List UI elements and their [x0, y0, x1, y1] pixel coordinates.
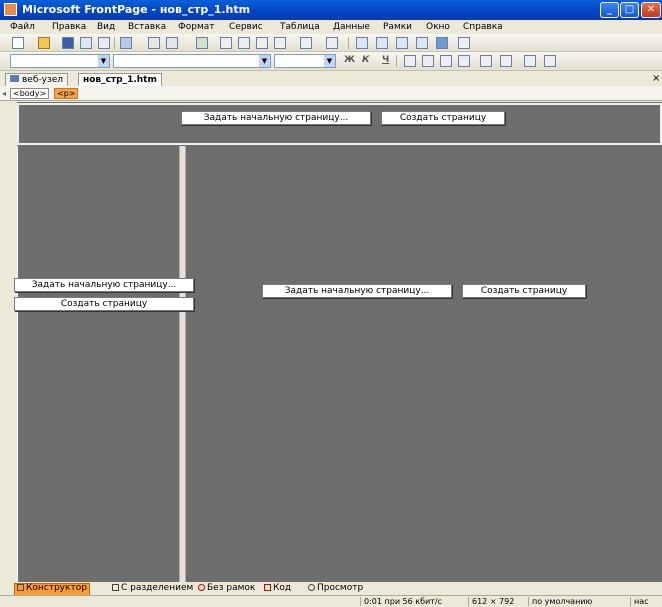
align-left-icon[interactable] — [404, 55, 416, 67]
chevron-down-icon: ▼ — [324, 55, 335, 67]
menu-data[interactable]: Данные — [333, 22, 370, 32]
menu-bar: Файл Правка Вид Вставка Формат Сервис Та… — [0, 20, 662, 34]
close-tab-icon[interactable]: × — [652, 73, 660, 84]
no-frames-icon — [198, 584, 205, 591]
increase-font-icon[interactable] — [480, 55, 492, 67]
create-page-button[interactable]: Создать страницу — [381, 111, 505, 125]
chevron-down-icon: ▼ — [259, 55, 270, 67]
set-initial-page-button[interactable]: Задать начальную страницу... — [181, 111, 371, 125]
set-initial-page-button[interactable]: Задать начальную страницу... — [14, 278, 194, 292]
drawing-icon[interactable] — [416, 37, 428, 49]
tab-no-frames-view[interactable]: Без рамок — [196, 583, 257, 594]
preview-icon[interactable] — [166, 37, 178, 49]
design-view-icon — [17, 584, 24, 591]
status-extra: нас — [630, 597, 652, 606]
save-icon[interactable] — [62, 37, 74, 49]
numbering-icon[interactable] — [524, 55, 536, 67]
menu-insert[interactable]: Вставка — [128, 22, 166, 32]
tab-code-view[interactable]: Код — [262, 583, 293, 594]
scroll-left-icon[interactable]: ◂ — [2, 89, 6, 98]
menu-view[interactable]: Вид — [97, 22, 115, 32]
download-time: 0:01 при 56 кбит/с — [360, 597, 445, 606]
close-button[interactable]: ✕ — [641, 2, 661, 18]
website-icon — [10, 75, 19, 82]
font-select[interactable]: ▼ — [113, 54, 271, 68]
copy-icon[interactable] — [238, 37, 250, 49]
justify-icon[interactable] — [458, 55, 470, 67]
paste-icon[interactable] — [256, 37, 268, 49]
minimize-button[interactable]: _ — [600, 2, 619, 18]
insert-layer-icon[interactable] — [376, 37, 388, 49]
status-bar: 0:01 при 56 кбит/с 612 × 792 по умолчани… — [0, 595, 662, 607]
create-page-button[interactable]: Создать страницу — [14, 297, 194, 311]
tag-p[interactable]: <p> — [54, 88, 79, 99]
preview-magnifier-icon — [308, 584, 315, 591]
menu-frames[interactable]: Рамки — [383, 22, 412, 32]
help-icon[interactable] — [458, 37, 470, 49]
code-view-icon — [264, 584, 271, 591]
left-gutter — [0, 102, 17, 598]
bold-button[interactable]: Ж — [344, 55, 355, 65]
search-icon[interactable] — [80, 37, 92, 49]
undo-icon[interactable] — [300, 37, 312, 49]
standard-toolbar — [0, 34, 662, 52]
formatting-toolbar: ▼ ▼ ▼ Ж К Ч — [0, 52, 662, 71]
frame-splitter[interactable] — [179, 146, 186, 596]
menu-edit[interactable]: Правка — [52, 22, 86, 32]
menu-file[interactable]: Файл — [10, 22, 35, 32]
set-initial-page-button[interactable]: Задать начальную страницу... — [262, 284, 452, 298]
font-size-select[interactable]: ▼ — [274, 54, 336, 68]
redo-icon[interactable] — [326, 37, 338, 49]
decrease-font-icon[interactable] — [500, 55, 512, 67]
menu-table[interactable]: Таблица — [280, 22, 320, 32]
menu-window[interactable]: Окно — [426, 22, 450, 32]
tab-page[interactable]: нов_стр_1.htm — [78, 73, 162, 86]
document-tabs: веб-узел нов_стр_1.htm × — [0, 72, 662, 86]
tab-preview[interactable]: Просмотр — [306, 583, 365, 594]
toolbar-separator — [348, 37, 349, 49]
render-mode: по умолчанию — [528, 597, 595, 606]
underline-button[interactable]: Ч — [382, 55, 389, 65]
menu-format[interactable]: Формат — [178, 22, 215, 32]
maximize-button[interactable]: □ — [620, 2, 639, 18]
view-tabs: Конструктор С разделением Без рамок Код … — [0, 582, 662, 596]
top-frame[interactable]: Задать начальную страницу... Создать стр… — [17, 103, 662, 145]
main-frame[interactable]: Задать начальную страницу... Создать стр… — [186, 146, 662, 596]
style-select[interactable]: ▼ — [10, 54, 110, 68]
title-bar: Microsoft FrontPage - нов_стр_1.htm _ □ … — [0, 0, 662, 20]
new-page-icon[interactable] — [12, 37, 24, 49]
tag-body[interactable]: <body> — [10, 88, 50, 99]
menu-tools[interactable]: Сервис — [229, 22, 263, 32]
open-folder-icon[interactable] — [38, 37, 50, 49]
window-title: Microsoft FrontPage - нов_стр_1.htm — [22, 3, 251, 16]
cut-icon[interactable] — [220, 37, 232, 49]
left-frame[interactable] — [18, 146, 179, 596]
web-component-icon[interactable] — [120, 37, 132, 49]
tab-split-view[interactable]: С разделением — [110, 583, 195, 594]
print-icon[interactable] — [148, 37, 160, 49]
frontpage-icon — [4, 3, 17, 16]
format-painter-icon[interactable] — [274, 37, 286, 49]
toolbar-separator — [396, 55, 397, 67]
create-page-button[interactable]: Создать страницу — [462, 284, 586, 298]
align-center-icon[interactable] — [422, 55, 434, 67]
split-view-icon — [112, 584, 119, 591]
page-size: 612 × 792 — [468, 597, 517, 606]
tab-website[interactable]: веб-узел — [5, 73, 69, 86]
align-right-icon[interactable] — [440, 55, 452, 67]
publish-icon[interactable] — [98, 37, 110, 49]
menu-help[interactable]: Справка — [463, 22, 503, 32]
bullets-icon[interactable] — [544, 55, 556, 67]
quick-tag-selector: ◂ <body> <p> — [0, 86, 662, 101]
insert-table-icon[interactable] — [356, 37, 368, 49]
insert-picture-icon[interactable] — [396, 37, 408, 49]
italic-button[interactable]: К — [362, 55, 369, 65]
hyperlink-icon[interactable] — [436, 37, 448, 49]
chevron-down-icon: ▼ — [98, 55, 109, 67]
spelling-icon[interactable] — [196, 37, 208, 49]
toolbar-separator — [114, 37, 115, 49]
